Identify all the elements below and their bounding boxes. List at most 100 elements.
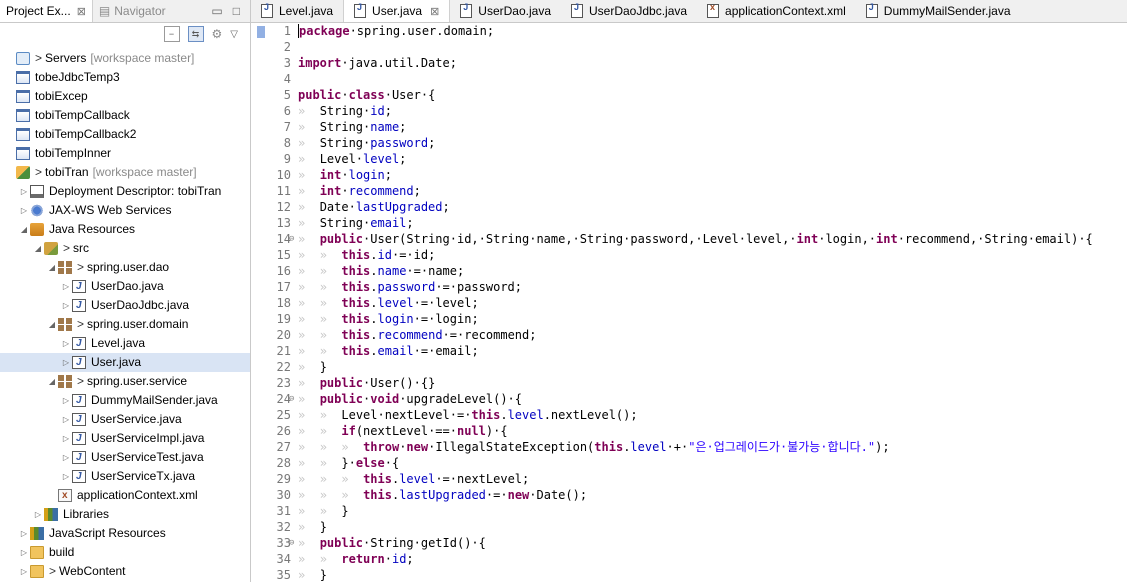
editor-tab-label: UserDao.java (478, 4, 551, 18)
code-token: (nextLevel·==· (355, 424, 457, 438)
expand-icon[interactable]: ▷ (60, 277, 72, 296)
view-menu-icon[interactable]: ▽ (230, 29, 238, 40)
tree-item[interactable]: tobeJdbcTemp3 (0, 68, 250, 87)
expand-icon[interactable]: ▷ (18, 524, 30, 543)
expand-icon[interactable]: ▷ (60, 429, 72, 448)
tree-item[interactable]: tobiTempCallback (0, 106, 250, 125)
tree-item[interactable]: applicationContext.xml (0, 486, 250, 505)
editor-tab[interactable]: DummyMailSender.java (856, 0, 1021, 22)
tree-item[interactable]: ▷ UserServiceImpl.java (0, 429, 250, 448)
expand-icon[interactable]: ▷ (18, 543, 30, 562)
code-token: ; (384, 168, 392, 182)
expand-icon[interactable]: ▷ (60, 410, 72, 429)
tab-navigator[interactable]: ▤ Navigator (93, 0, 172, 22)
tree-item[interactable]: ▷ JAX-WS Web Services (0, 201, 250, 220)
link-with-editor-icon[interactable]: ⇆ (187, 26, 204, 42)
tab-project-explorer[interactable]: Project Ex... ⊠ (0, 0, 93, 22)
tree-item[interactable]: > tobiTran [workspace master] (0, 163, 250, 182)
tree-item[interactable]: ▷ User.java (0, 353, 250, 372)
code-token: this (363, 472, 392, 486)
collapse-icon[interactable]: ◢ (18, 220, 30, 239)
code-line: 25 » » Level·nextLevel·=·this.level.nextL… (251, 407, 1127, 423)
tree-item[interactable]: ▷ Libraries (0, 505, 250, 524)
code-area[interactable]: 1 package·spring.user.domain; 2 3 import·jav… (251, 23, 1127, 582)
tree-item[interactable]: ▷ UserDaoJdbc.java (0, 296, 250, 315)
editor-tab[interactable]: UserDaoJdbc.java (561, 0, 697, 22)
tree-item[interactable]: ◢ > spring.user.domain (0, 315, 250, 334)
code-token: email (377, 344, 414, 358)
collapse-icon[interactable]: ◢ (32, 239, 44, 258)
tree-item[interactable]: ▷ Deployment Descriptor: tobiTran (0, 182, 250, 201)
code-text: » String·email; (298, 215, 414, 231)
tree-item-label: spring.user.dao (87, 260, 170, 274)
code-token: . (370, 280, 378, 294)
tree-item[interactable]: ▷ DummyMailSender.java (0, 391, 250, 410)
editor-tab-label: DummyMailSender.java (883, 4, 1011, 18)
minimize-icon[interactable]: ▭ (211, 4, 222, 18)
editor-tab[interactable]: UserDao.java (450, 0, 561, 22)
code-token: ·User()·{} (363, 376, 436, 390)
collapse-icon[interactable]: ◢ (46, 315, 58, 334)
editor-tab[interactable]: Level.java (251, 0, 343, 22)
tree-item-prefix: > (35, 165, 43, 179)
tree-item[interactable]: ▷ build (0, 543, 250, 562)
tree-item[interactable]: > Servers [workspace master] (0, 49, 250, 68)
collapse-all-icon[interactable]: − (163, 26, 180, 42)
expand-icon[interactable]: ▷ (18, 201, 30, 220)
expand-icon[interactable]: ▷ (60, 467, 72, 486)
code-text: » » this.recommend·=·recommend; (298, 327, 536, 343)
collapse-icon[interactable]: ◢ (46, 258, 58, 277)
expand-icon[interactable]: ▷ (60, 391, 72, 410)
maximize-icon[interactable]: □ (233, 4, 240, 18)
whitespace-marker: » (298, 392, 320, 406)
tree-item[interactable]: ▷ Level.java (0, 334, 250, 353)
line-number: 22 (276, 360, 291, 374)
code-line: 13 » String·email; (251, 215, 1127, 231)
tree-item[interactable]: ▷ > WebContent (0, 562, 250, 581)
tree-item[interactable]: tobiExcep (0, 87, 250, 106)
tree-item[interactable]: ◢ > spring.user.service (0, 372, 250, 391)
expand-icon[interactable]: ▷ (60, 334, 72, 353)
tree-item[interactable]: ▷ UserService.java (0, 410, 250, 429)
collapse-icon[interactable]: ◢ (46, 372, 58, 391)
fold-icon[interactable]: ⊖ (289, 535, 298, 551)
code-token: ·login,· (818, 232, 877, 246)
tree-item[interactable]: tobiTempCallback2 (0, 125, 250, 144)
editor-tab-label: Level.java (279, 4, 334, 18)
editor-tab[interactable]: applicationContext.xml (697, 0, 856, 22)
tree-item[interactable]: tobiTempInner (0, 144, 250, 163)
code-token: lastUpgraded (399, 488, 486, 502)
tree-item[interactable]: ▷ UserServiceTx.java (0, 467, 250, 486)
tree-item[interactable]: ▷ UserDao.java (0, 277, 250, 296)
dd-icon (30, 185, 44, 198)
whitespace-marker: » (298, 520, 320, 534)
expand-icon[interactable]: ▷ (60, 296, 72, 315)
fold-icon[interactable]: ⊖ (289, 231, 298, 247)
tree-item[interactable]: ◢ Java Resources (0, 220, 250, 239)
code-token: ; (384, 104, 392, 118)
code-token: ·{ (384, 456, 400, 470)
close-icon[interactable]: ⊠ (77, 5, 86, 18)
code-token: ·=·login; (413, 312, 479, 326)
expand-icon[interactable]: ▷ (32, 505, 44, 524)
code-token: ·=·id; (391, 248, 436, 262)
code-token: . (370, 264, 378, 278)
code-token: String· (319, 216, 371, 230)
expand-icon[interactable]: ▷ (60, 448, 72, 467)
code-line: 2 (251, 39, 1127, 55)
code-token: ·=·password; (435, 280, 523, 294)
tree-item[interactable]: ◢ > src (0, 239, 250, 258)
editor-tab[interactable]: User.java ⊠ (343, 0, 451, 22)
tree-item[interactable]: ◢ > spring.user.dao (0, 258, 250, 277)
fold-icon[interactable]: ⊖ (289, 391, 298, 407)
filter-icon[interactable]: ⚙ (212, 27, 223, 41)
close-icon[interactable]: ⊠ (430, 5, 439, 18)
tree-item[interactable]: ▷ UserServiceTest.java (0, 448, 250, 467)
expand-icon[interactable]: ▷ (18, 182, 30, 201)
expand-icon[interactable]: ▷ (18, 562, 30, 581)
whitespace-marker: » (298, 472, 320, 486)
expand-icon[interactable]: ▷ (60, 353, 72, 372)
tree-item[interactable]: ▷ JavaScript Resources (0, 524, 250, 543)
whitespace-marker: » (298, 568, 320, 582)
code-token: this (471, 408, 501, 422)
